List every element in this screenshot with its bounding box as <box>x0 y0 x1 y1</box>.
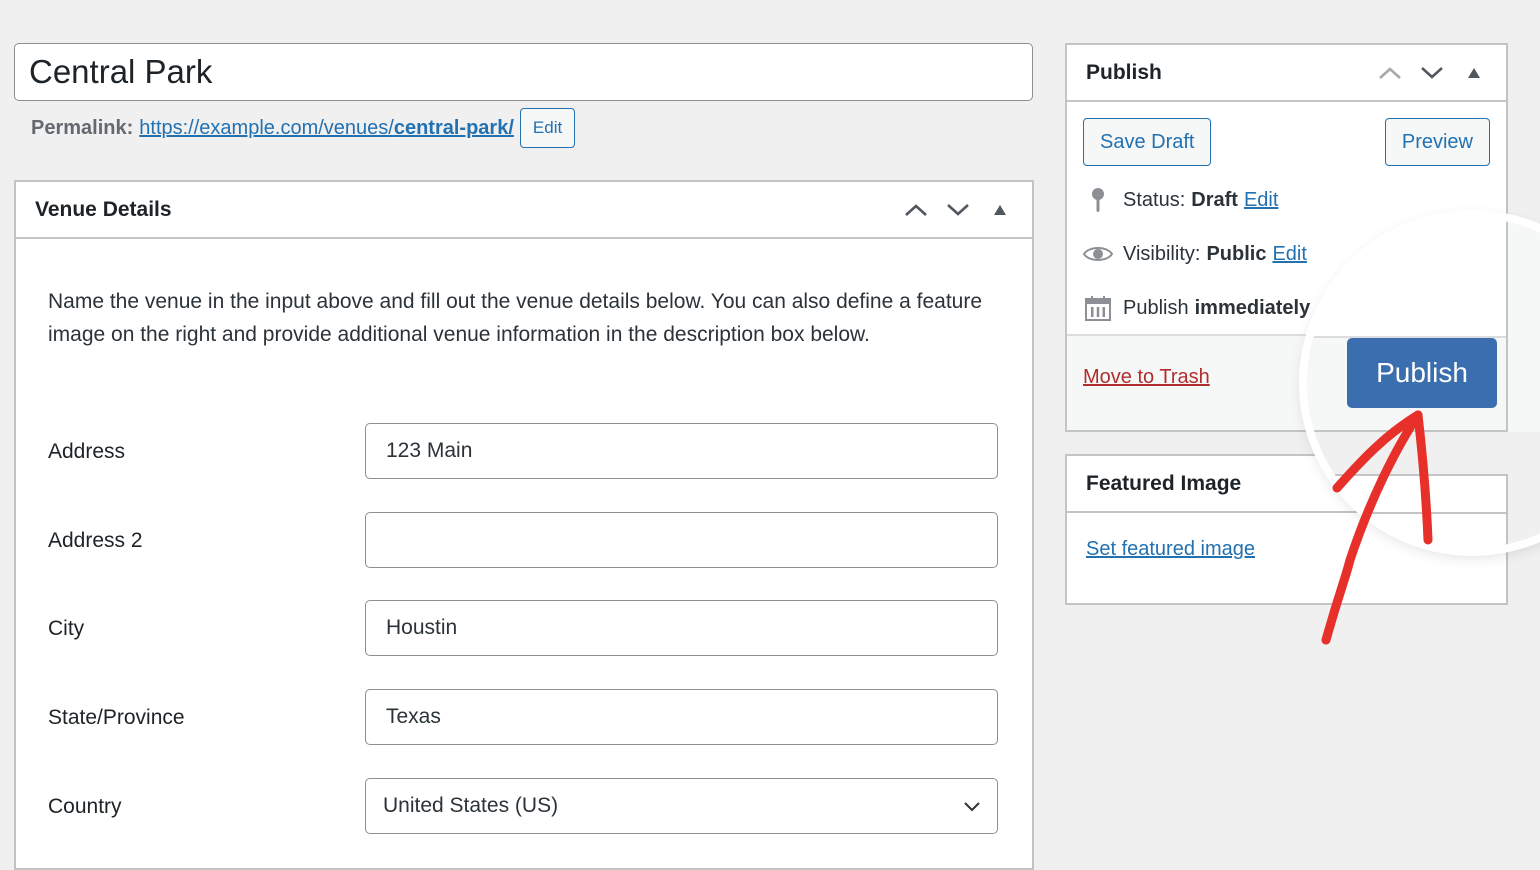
state-label: State/Province <box>48 706 185 729</box>
permalink-link[interactable]: https://example.com/venues/central-park/ <box>139 117 514 140</box>
status-row: Status: Draft Edit <box>1083 185 1278 215</box>
set-featured-image-link[interactable]: Set featured image <box>1086 538 1255 561</box>
country-row: Country United States (US) <box>48 778 998 836</box>
chevron-down-icon <box>963 794 981 818</box>
publish-box-header: Publish <box>1067 45 1506 102</box>
venue-details-header: Venue Details <box>16 182 1032 239</box>
venue-details-box: Venue Details Name the venue in the inpu… <box>14 180 1034 870</box>
state-input[interactable] <box>365 689 998 745</box>
address-input[interactable] <box>365 423 998 479</box>
address-label: Address <box>48 440 126 463</box>
address-2-input[interactable] <box>365 512 998 568</box>
move-down-icon[interactable] <box>944 196 972 224</box>
status-label: Status: <box>1123 188 1186 211</box>
magnifier-callout: Publish <box>1307 218 1540 548</box>
permalink-slug: central-park/ <box>393 116 514 139</box>
country-select[interactable]: United States (US) <box>365 778 998 834</box>
calendar-icon <box>1083 293 1113 323</box>
venue-details-description: Name the venue in the input above and fi… <box>48 290 983 346</box>
address-2-row: Address 2 <box>48 512 998 570</box>
status-value: Draft <box>1191 188 1238 211</box>
city-label: City <box>48 617 85 640</box>
pin-icon <box>1083 185 1113 215</box>
preview-button[interactable]: Preview <box>1384 118 1490 166</box>
permalink-label: Permalink: <box>31 116 134 139</box>
post-title-input[interactable] <box>14 43 1033 101</box>
schedule-value: immediately <box>1194 296 1311 319</box>
visibility-edit-link[interactable]: Edit <box>1272 243 1306 266</box>
country-selected-value: United States (US) <box>383 794 559 817</box>
eye-icon <box>1083 239 1113 269</box>
publish-box-title: Publish <box>1086 60 1162 84</box>
visibility-label: Visibility: <box>1123 242 1201 265</box>
venue-details-title: Venue Details <box>35 197 172 221</box>
move-to-trash-link[interactable]: Move to Trash <box>1083 366 1210 389</box>
collapse-toggle-icon[interactable] <box>986 196 1014 224</box>
save-draft-button[interactable]: Save Draft <box>1083 118 1212 166</box>
address-2-label: Address 2 <box>48 529 143 552</box>
permalink-bar: Permalink: https://example.com/venues/ce… <box>31 108 576 148</box>
status-edit-link[interactable]: Edit <box>1244 189 1278 212</box>
visibility-value: Public <box>1206 242 1267 265</box>
move-down-icon[interactable] <box>1418 59 1446 87</box>
schedule-label: Publish <box>1123 296 1189 319</box>
move-up-icon[interactable] <box>1376 59 1404 87</box>
visibility-row: Visibility: Public Edit <box>1083 239 1307 269</box>
city-row: City <box>48 600 998 658</box>
publish-button[interactable]: Publish <box>1347 338 1497 408</box>
featured-image-title: Featured Image <box>1086 471 1242 495</box>
collapse-toggle-icon[interactable] <box>1460 59 1488 87</box>
permalink-edit-button[interactable]: Edit <box>519 108 576 148</box>
permalink-url-base: https://example.com/venues/ <box>139 116 394 139</box>
country-label: Country <box>48 795 122 818</box>
schedule-row: Publish immediately <box>1083 293 1316 323</box>
address-row: Address <box>48 423 998 481</box>
city-input[interactable] <box>365 600 998 656</box>
state-row: State/Province <box>48 689 998 747</box>
move-up-icon[interactable] <box>902 196 930 224</box>
